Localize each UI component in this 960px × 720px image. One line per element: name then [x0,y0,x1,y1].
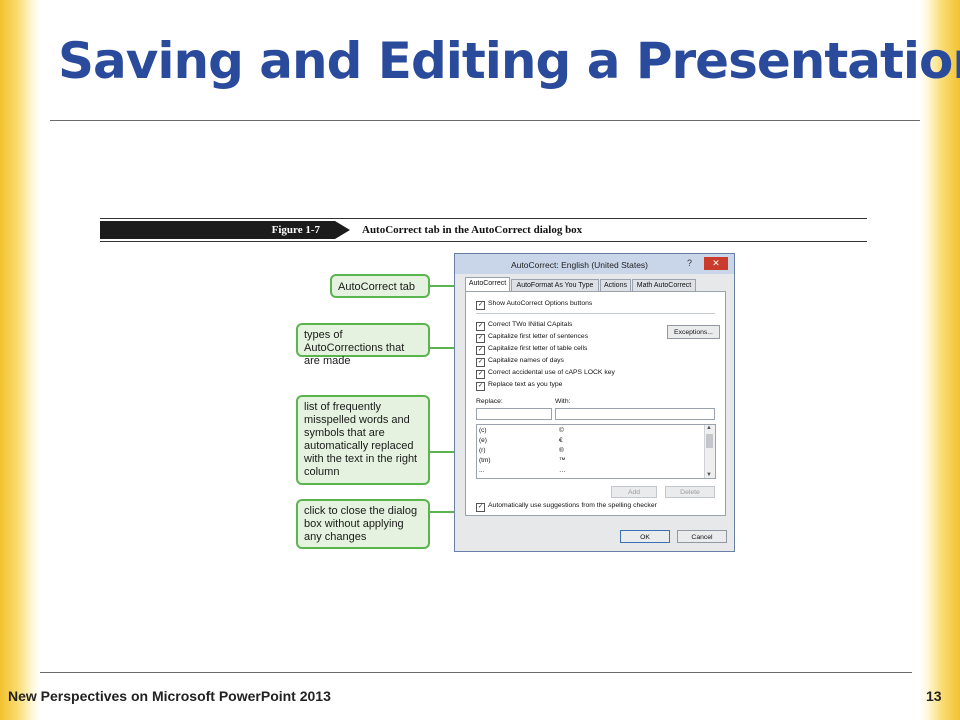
callout-cancel: click to close the dialog box without ap… [296,499,430,549]
checkbox-spelling-suggestions[interactable]: ✓ Automatically use suggestions from the … [476,502,657,512]
checkbox-correct-two-initial-capitals[interactable]: ✓ Correct TWo INitial CApitals [476,321,572,331]
checkbox-capitalize-table-cells[interactable]: ✓ Capitalize first letter of table cells [476,345,587,355]
slide-title: Saving and Editing a Presentation [58,32,960,90]
scroll-down-icon[interactable]: ▼ [706,472,712,478]
checkmark-icon: ✓ [476,358,485,367]
separator [476,313,715,314]
list-item[interactable]: (r) ® [479,447,564,454]
tab-autocorrect[interactable]: AutoCorrect [465,277,510,292]
footer-text: New Perspectives on Microsoft PowerPoint… [8,688,331,704]
checkbox-capitalize-days[interactable]: ✓ Capitalize names of days [476,357,564,367]
with-input[interactable] [555,408,715,420]
title-rule [50,120,920,121]
close-icon[interactable]: ✕ [704,257,728,270]
dialog-titlebar: AutoCorrect: English (United States) ? ✕ [455,254,734,274]
scroll-up-icon[interactable]: ▲ [706,425,712,431]
list-scrollbar[interactable]: ▲ ▼ [704,425,715,478]
tab-autoformat-as-you-type[interactable]: AutoFormat As You Type [511,279,599,291]
list-item[interactable]: (c) © [479,427,564,434]
replace-input[interactable] [476,408,552,420]
checkmark-icon: ✓ [476,370,485,379]
autocorrect-panel: ✓ Show AutoCorrect Options buttons ✓ Corre… [465,291,726,516]
figure-label-tag: Figure 1-7 [100,221,350,239]
scroll-thumb[interactable] [706,434,713,448]
with-label: With: [555,398,571,405]
list-item[interactable]: (e) € [479,437,563,444]
right-gold-edge [920,0,960,720]
page-number: 13 [926,688,942,704]
replace-label: Replace: [476,398,503,405]
figure-header: Figure 1-7 AutoCorrect tab in the AutoCo… [100,218,867,242]
checkmark-icon: ✓ [476,346,485,355]
checkbox-show-options[interactable]: ✓ Show AutoCorrect Options buttons [476,300,592,310]
ok-button[interactable]: OK [620,530,670,543]
help-icon[interactable]: ? [687,258,692,268]
checkbox-capitalize-sentences[interactable]: ✓ Capitalize first letter of sentences [476,333,588,343]
list-item[interactable]: (tm) ™ [479,457,566,464]
autocorrect-dialog: AutoCorrect: English (United States) ? ✕… [454,253,735,552]
exceptions-button[interactable]: Exceptions... [667,325,720,339]
replacement-list[interactable]: (c) © (e) € (r) ® (tm) ™ ...… ▲ ▼ [476,424,716,479]
callout-replacement-list: list of frequently misspelled words and … [296,395,430,485]
checkmark-icon: ✓ [476,382,485,391]
tab-actions[interactable]: Actions [600,279,631,291]
delete-button[interactable]: Delete [665,486,715,498]
checkmark-icon: ✓ [476,322,485,331]
figure-label: Figure 1-7 [271,224,320,236]
figure-caption: AutoCorrect tab in the AutoCorrect dialo… [362,224,583,236]
checkbox-caps-lock[interactable]: ✓ Correct accidental use of cAPS LOCK key [476,369,615,379]
tab-math-autocorrect[interactable]: Math AutoCorrect [632,279,696,291]
callout-autocorrection-types: types of AutoCorrections that are made [296,323,430,367]
cancel-button[interactable]: Cancel [677,530,727,543]
left-gold-edge [0,0,40,720]
dialog-title: AutoCorrect: English (United States) [511,260,649,270]
callout-autocorrect-tab: AutoCorrect tab [330,274,430,298]
list-item[interactable]: ...… [479,467,566,474]
add-button[interactable]: Add [611,486,657,498]
checkmark-icon: ✓ [476,301,485,310]
checkmark-icon: ✓ [476,334,485,343]
footer-rule [40,672,912,673]
checkmark-icon: ✓ [476,503,485,512]
checkbox-replace-text[interactable]: ✓ Replace text as you type [476,381,562,391]
